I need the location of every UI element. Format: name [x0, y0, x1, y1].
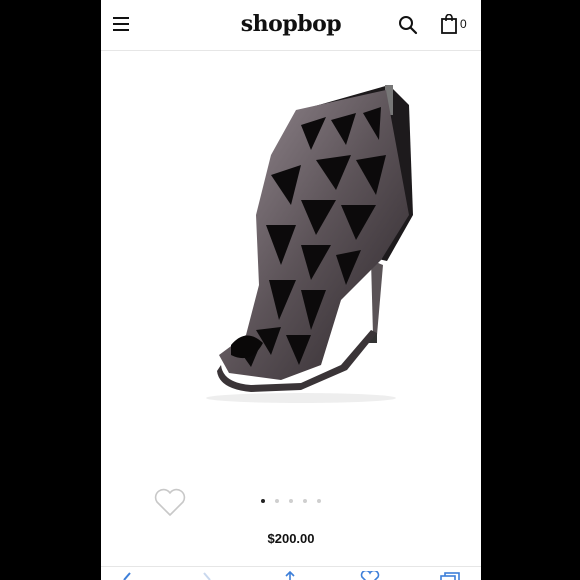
brand-logo[interactable]: shopbop [101, 11, 481, 37]
carousel-dot[interactable] [261, 498, 265, 503]
carousel-dots [101, 492, 481, 503]
carousel-dot[interactable] [275, 498, 279, 503]
back-arrow-icon[interactable] [118, 571, 140, 580]
browser-toolbar [101, 566, 481, 580]
bag-count[interactable]: 0 [460, 17, 467, 31]
product-image-carousel[interactable] [101, 51, 481, 516]
search-icon[interactable] [398, 15, 418, 35]
header: shopbop 0 [101, 0, 481, 51]
heart-icon[interactable] [359, 571, 381, 580]
product-price: $200.00 [267, 531, 315, 546]
heart-icon[interactable] [152, 484, 188, 520]
carousel-dot[interactable] [289, 498, 293, 503]
shopping-bag-icon[interactable] [441, 14, 457, 34]
carousel-dot[interactable] [303, 498, 307, 503]
tabs-icon[interactable] [439, 571, 461, 580]
product-image [206, 85, 413, 403]
forward-arrow-icon[interactable] [196, 571, 218, 580]
carousel-dot[interactable] [317, 498, 321, 503]
share-icon[interactable] [279, 571, 301, 580]
app-screen: shopbop 0 $200.00 [101, 0, 481, 580]
